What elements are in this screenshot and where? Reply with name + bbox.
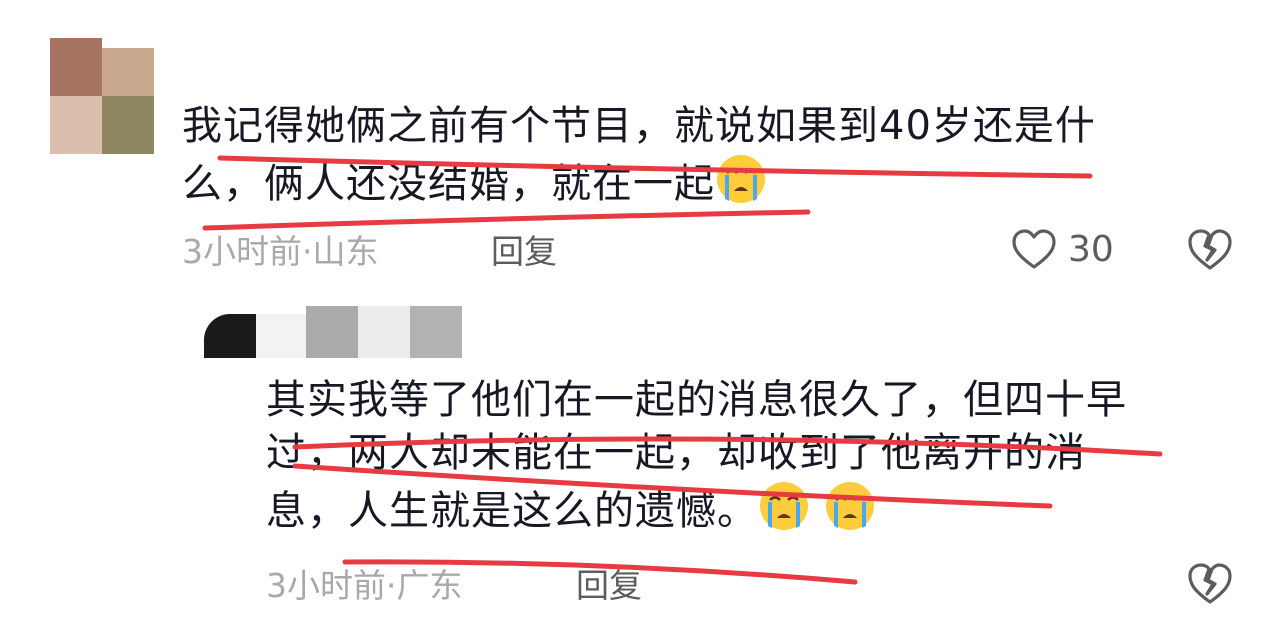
- avatar-blur-tile: [102, 48, 154, 96]
- avatar-blur-tile: [204, 314, 256, 358]
- reply-button[interactable]: 回复: [491, 232, 557, 272]
- avatar-blur-tile: [358, 306, 410, 358]
- avatar[interactable]: [50, 38, 154, 154]
- comment-text: 其实我等了他们在一起的消息很久了，但四十早 过，两人却未能在一起，却收到了他离开…: [266, 374, 1127, 538]
- comment-meta: 3小时前·广东: [266, 566, 463, 605]
- comment-text-line: 么，俩人还没结婚，就在一起: [182, 161, 715, 207]
- comment-text: 我记得她俩之前有个节目，就说如果到40岁还是什 么，俩人还没结婚，就在一起: [182, 100, 1096, 211]
- loudly-crying-face-emoji: [717, 155, 765, 203]
- comment-text-line: 其实我等了他们在一起的消息很久了，但四十早: [266, 377, 1127, 423]
- broken-heart-icon[interactable]: [1186, 226, 1234, 274]
- avatar-blur-tile: [50, 96, 102, 154]
- reply-author-name-blurred[interactable]: [204, 300, 466, 364]
- comment-text-line: 过，两人却未能在一起，却收到了他离开的消: [266, 430, 1086, 476]
- red-underline-annotations: [202, 155, 1163, 585]
- reply-button[interactable]: 回复: [576, 566, 642, 606]
- comment-meta: 3小时前·山东: [182, 232, 379, 271]
- broken-heart-icon[interactable]: [1186, 560, 1234, 608]
- comment-text-line: 息，人生就是这么的遗憾。: [266, 488, 758, 534]
- loudly-crying-face-emoji: [760, 482, 808, 530]
- red-underline-stroke: [202, 209, 811, 231]
- avatar-blur-tile: [50, 38, 102, 96]
- avatar-blur-tile: [102, 96, 154, 154]
- comment-text-line: 我记得她俩之前有个节目，就说如果到40岁还是什: [182, 103, 1096, 149]
- avatar-blur-tile: [306, 306, 358, 358]
- avatar-blur-tile: [410, 306, 462, 358]
- avatar-blur-tile: [256, 314, 306, 358]
- like-count: 30: [1068, 229, 1114, 270]
- heart-outline-icon[interactable]: [1010, 226, 1058, 274]
- loudly-crying-face-emoji: [825, 482, 874, 530]
